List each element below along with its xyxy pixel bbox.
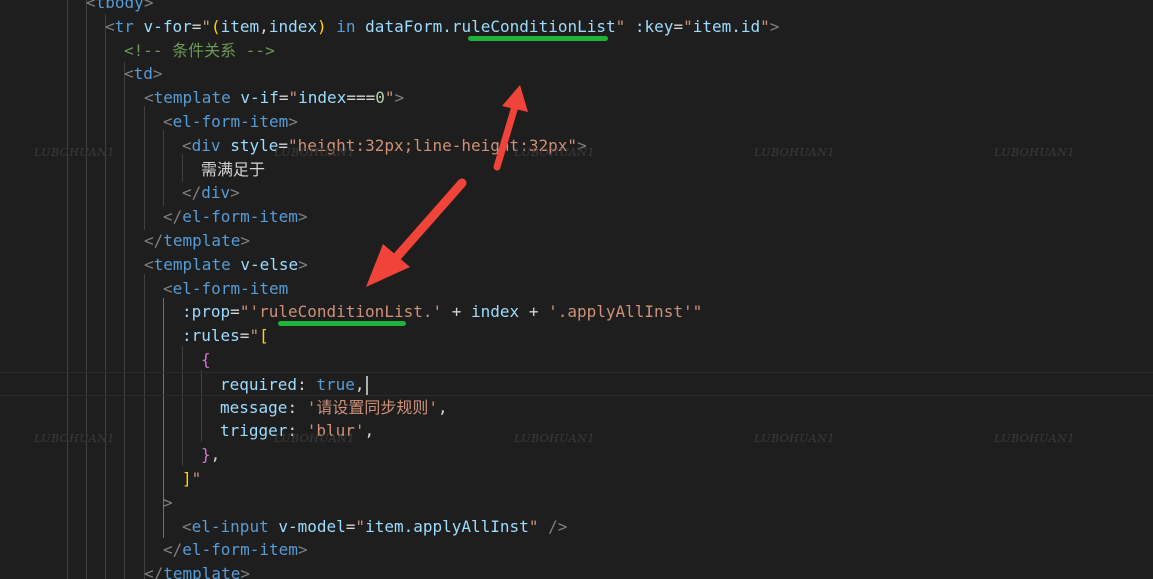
arrow-down-left-icon — [366, 178, 467, 287]
code-editor[interactable]: <tbody> <tr v-for="(item,index) in dataFo… — [0, 0, 1153, 579]
annotation-arrows — [366, 85, 528, 287]
arrow-up-icon — [493, 85, 528, 171]
